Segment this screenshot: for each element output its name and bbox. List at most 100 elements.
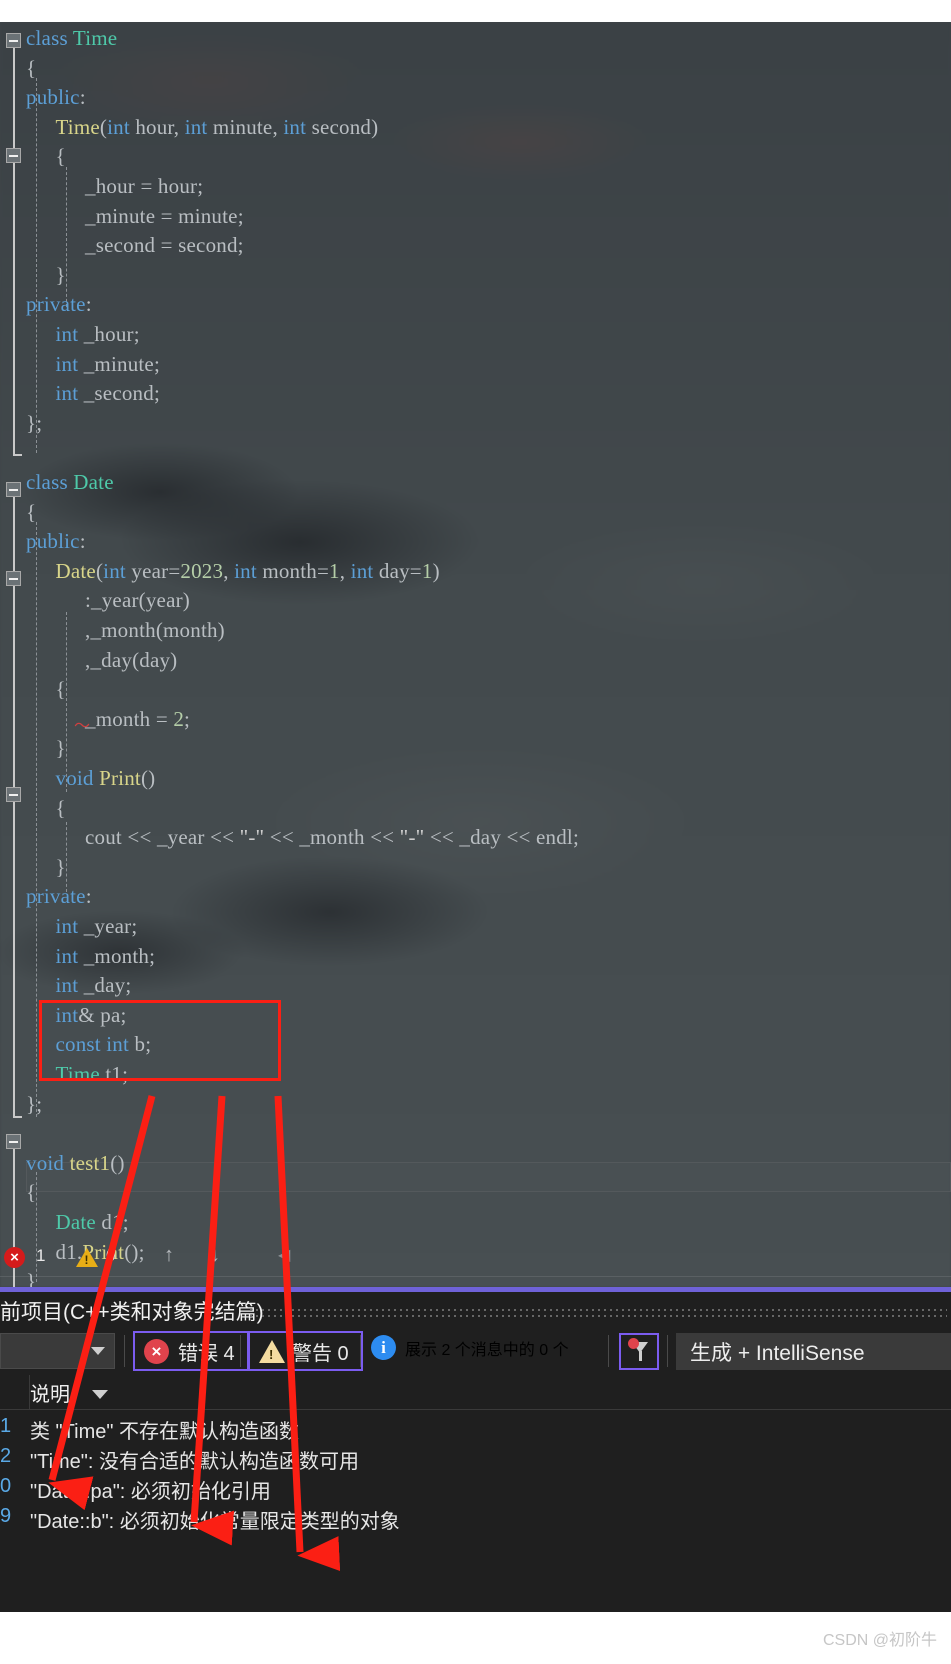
code-line[interactable]: void Print() <box>56 764 156 794</box>
error-icon: × <box>144 1338 169 1364</box>
code-line[interactable]: _hour = hour; <box>85 172 203 202</box>
panel-title-bar[interactable]: 前项目(C++类和对象完结篇) <box>0 1294 951 1326</box>
prev-issue-arrow-icon[interactable]: ↑ <box>164 1244 174 1267</box>
column-header-description[interactable]: 说明 <box>30 1378 70 1407</box>
code-token: Print <box>99 766 141 790</box>
warnings-filter-button[interactable]: 警告 0 <box>248 1331 363 1371</box>
code-line[interactable]: public: <box>26 527 86 557</box>
code-token: { <box>55 795 66 820</box>
code-line[interactable]: Time(int hour, int minute, int second) <box>56 113 379 143</box>
code-line[interactable]: } <box>56 734 66 764</box>
error-list-row[interactable]: 2 "Time": 没有合适的默认构造函数可用 <box>0 1445 951 1475</box>
code-line[interactable]: { <box>26 1178 36 1208</box>
panel-drag-dots <box>248 1307 947 1319</box>
code-line[interactable]: int _year; <box>56 912 138 942</box>
fold-toggle-date-ctor[interactable] <box>6 571 21 586</box>
error-list-row[interactable]: 0 "Date::pa": 必须初始化引用 <box>0 1475 951 1505</box>
column-header-code[interactable] <box>0 1375 30 1409</box>
code-line[interactable]: { <box>56 142 66 172</box>
code-line[interactable]: int _month; <box>56 942 156 972</box>
code-token: test1 <box>69 1150 111 1175</box>
code-line[interactable]: }; <box>26 409 42 439</box>
build-source-dropdown[interactable]: 生成 + IntelliSense <box>676 1333 951 1370</box>
errors-filter-button[interactable]: × 错误 4 <box>133 1331 249 1371</box>
code-token: 2023 <box>180 558 224 583</box>
code-token: int <box>55 381 79 406</box>
code-token: , <box>223 558 235 583</box>
editor-error-count: 1 <box>36 1246 46 1265</box>
code-line[interactable]: _month = 2; <box>85 705 190 735</box>
code-token: { <box>55 677 66 702</box>
code-line[interactable]: :_year(year) <box>85 586 190 616</box>
messages-filter-button[interactable]: i 展示 2 个消息中的 0 个 <box>371 1335 569 1360</box>
error-list-toolbar[interactable]: × 错误 4 警告 0 i 展示 2 个消息中的 0 个 <box>0 1331 951 1373</box>
code-line[interactable]: const int b; <box>56 1030 152 1060</box>
code-line[interactable]: class Time <box>26 24 117 54</box>
sort-chevron-down-icon[interactable] <box>92 1390 108 1399</box>
code-token: cout << _year << <box>85 825 240 850</box>
csdn-watermark: CSDN @初阶牛 <box>822 1632 937 1649</box>
code-line[interactable]: cout << _year << "-" << _month << "-" <<… <box>85 823 579 853</box>
code-line[interactable]: { <box>56 794 66 824</box>
code-token: () <box>110 1150 125 1175</box>
code-line[interactable]: _second = second; <box>85 231 244 261</box>
code-token: year= <box>125 558 181 583</box>
error-list-column-headers[interactable]: 说明 <box>0 1375 951 1410</box>
code-token: _year; <box>78 914 138 938</box>
code-line[interactable]: } <box>56 261 66 291</box>
code-token: & pa; <box>78 1002 127 1027</box>
error-list-row[interactable]: 9 "Date::b": 必须初始化常量限定类型的对象 <box>0 1505 951 1535</box>
code-token: 1 <box>421 558 433 583</box>
code-line[interactable]: public: <box>26 83 86 113</box>
code-line[interactable]: int _hour; <box>56 320 140 350</box>
code-lines-container[interactable]: ～ class Time{public: Time(int hour, int m… <box>0 22 951 1287</box>
code-token: : <box>85 884 92 909</box>
code-line[interactable]: } <box>56 853 66 883</box>
error-list-row[interactable]: 1 类 "Time" 不存在默认构造函数 <box>0 1415 951 1445</box>
code-line[interactable]: private: <box>26 882 92 912</box>
code-line[interactable]: Date d1; <box>56 1208 129 1238</box>
code-token: "-" <box>239 825 265 850</box>
code-token: } <box>55 854 66 879</box>
code-line[interactable]: { <box>26 498 36 528</box>
code-token: , <box>339 558 351 583</box>
code-token: : <box>79 529 86 554</box>
fold-toggle-class-time[interactable] <box>6 33 21 48</box>
code-editor[interactable]: ～ class Time{public: Time(int hour, int m… <box>0 22 951 1287</box>
fold-toggle-class-date[interactable] <box>6 482 21 497</box>
error-list-panel[interactable]: 前项目(C++类和对象完结篇) × 错误 4 警告 0 i 展 <box>0 1287 951 1612</box>
scope-filter-dropdown[interactable] <box>0 1333 115 1369</box>
code-line[interactable]: int& pa; <box>56 1001 127 1031</box>
code-line[interactable]: { <box>56 675 66 705</box>
code-token: public <box>26 85 80 110</box>
toolbar-divider-1 <box>124 1335 125 1367</box>
fold-toggle-print[interactable] <box>6 787 21 802</box>
code-line[interactable]: ,_month(month) <box>85 616 225 646</box>
fold-guide-class-time <box>13 48 15 455</box>
fold-toggle-time-ctor[interactable] <box>6 148 21 163</box>
messages-filter-label: 展示 2 个消息中的 0 个 <box>405 1341 569 1359</box>
collapse-arrow-icon[interactable]: ◀ <box>278 1245 290 1265</box>
code-token: int <box>55 322 79 346</box>
code-line[interactable]: int _minute; <box>56 350 161 380</box>
fold-toggle-test1[interactable] <box>6 1134 21 1149</box>
code-line[interactable]: private: <box>26 290 92 320</box>
code-line[interactable]: { <box>26 54 36 84</box>
code-line[interactable]: class Date <box>26 468 114 498</box>
code-line[interactable]: _minute = minute; <box>85 202 244 232</box>
code-token: month= <box>256 558 330 583</box>
code-line[interactable]: Time t1; <box>56 1060 129 1090</box>
code-line[interactable]: int _second; <box>56 379 160 409</box>
error-code: 9 <box>0 1505 12 1527</box>
code-token: public <box>26 529 80 554</box>
indent-guide-3 <box>36 522 37 1117</box>
code-line[interactable]: int _day; <box>56 971 132 1001</box>
code-line[interactable]: void test1() <box>26 1149 125 1179</box>
filter-funnel-button[interactable] <box>619 1333 659 1370</box>
editor-error-status-bar[interactable]: × 1 0 ↑ ↓ ◀ <box>0 1243 951 1273</box>
code-line[interactable]: ,_day(day) <box>85 646 177 676</box>
code-line[interactable]: Date(int year=2023, int month=1, int day… <box>56 557 440 587</box>
code-token: Time <box>55 1062 100 1086</box>
code-line[interactable]: }; <box>26 1090 42 1120</box>
next-issue-arrow-icon[interactable]: ↓ <box>210 1244 220 1267</box>
